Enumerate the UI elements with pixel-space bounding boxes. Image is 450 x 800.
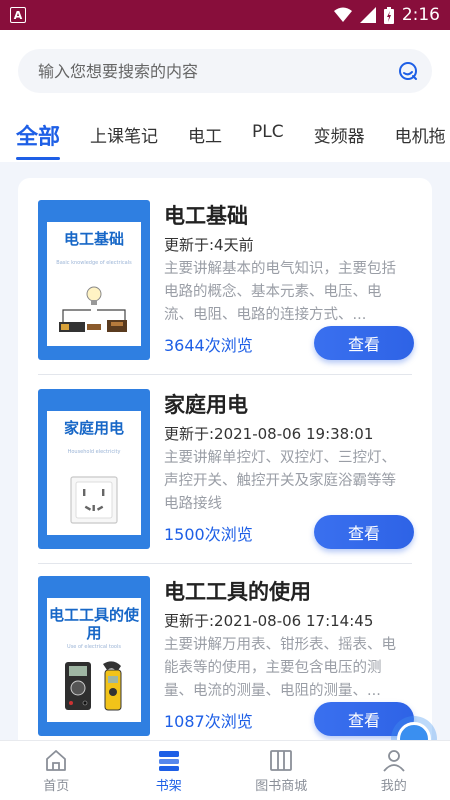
book-cover[interactable]: 电工工具的使用 Use of electrical tools (38, 576, 150, 736)
cover-title: 电工工具的使用 (48, 606, 139, 642)
book-view-count: 1500次浏览 (164, 525, 253, 544)
book-cover[interactable]: 电工基础 Basic knowledge of electricals (38, 200, 150, 360)
book-title[interactable]: 家庭用电 (164, 389, 248, 419)
nav-label: 书架 (155, 779, 182, 794)
multimeter-icon (65, 661, 122, 711)
book-card[interactable]: 家庭用电 Household electricity 家庭用电 更新于:2021… (38, 389, 414, 567)
search-bar[interactable] (18, 49, 432, 93)
circuit-bulb-icon (59, 286, 127, 332)
search-icon[interactable] (396, 59, 420, 83)
tab-electrician[interactable]: 电工 (188, 110, 222, 162)
nav-bookshelf[interactable]: 书架 (113, 741, 226, 800)
nav-bookstore[interactable]: 图书商城 (225, 741, 338, 800)
book-card[interactable]: 电工工具的使用 Use of electrical tools 电工工具的使用 … (38, 576, 414, 754)
status-bar: A 2:16 (0, 0, 450, 30)
nav-home[interactable]: 首页 (0, 741, 113, 800)
battery-icon (383, 6, 394, 24)
cover-subtitle: Use of electrical tools (67, 644, 121, 650)
view-button[interactable]: 查看 (314, 326, 414, 360)
nav-label: 图书商城 (255, 779, 308, 794)
search-input[interactable] (38, 61, 396, 81)
category-tabs: 全部 上课笔记 电工 PLC 变频器 电机拖 (0, 110, 450, 162)
home-icon (46, 750, 67, 771)
book-description: 主要讲解单控灯、双控灯、三控灯、声控开关、触控开关及家庭浴霸等等电路接线 (164, 450, 396, 512)
book-card[interactable]: 电工基础 Basic knowledge of electricals 电工基础… (38, 200, 414, 378)
book-title[interactable]: 电工基础 (164, 200, 248, 230)
bookshelf-icon (158, 751, 179, 771)
book-description: 主要讲解万用表、钳形表、摇表、电能表等的使用，主要包含电压的测量、电流的测量、电… (164, 637, 396, 699)
app-notification-icon: A (10, 7, 26, 23)
book-title[interactable]: 电工工具的使用 (164, 576, 311, 606)
divider (38, 563, 412, 564)
book-description: 主要讲解基本的电气知识，主要包括电路的概念、基本元素、电压、电流、电阻、电路的连… (164, 261, 396, 323)
tab-inverter[interactable]: 变频器 (314, 110, 365, 162)
nav-label: 首页 (43, 779, 70, 794)
cover-title: 电工基础 (63, 230, 124, 248)
clock: 2:16 (401, 5, 440, 25)
book-updated-time: 更新于:2021-08-06 17:14:45 (164, 612, 374, 630)
profile-icon (383, 750, 405, 772)
book-view-count: 3644次浏览 (164, 336, 253, 355)
view-button[interactable]: 查看 (314, 515, 414, 549)
cover-subtitle: Household electricity (67, 449, 121, 455)
book-updated-time: 更新于:4天前 (164, 236, 254, 254)
signal-icon (359, 7, 376, 23)
divider (38, 374, 412, 375)
bookstore-icon (270, 750, 293, 771)
search-area (0, 30, 450, 110)
tab-plc[interactable]: PLC (252, 110, 284, 162)
tab-class-notes[interactable]: 上课笔记 (90, 110, 158, 162)
wall-socket-icon (70, 476, 118, 524)
cover-subtitle: Basic knowledge of electricals (56, 260, 132, 266)
cover-title: 家庭用电 (63, 419, 124, 437)
tab-motor-drive[interactable]: 电机拖 (395, 110, 446, 162)
book-list: 电工基础 Basic knowledge of electricals 电工基础… (18, 178, 432, 758)
tab-all[interactable]: 全部 (16, 110, 61, 162)
nav-label: 我的 (380, 779, 407, 794)
book-cover[interactable]: 家庭用电 Household electricity (38, 389, 150, 549)
bottom-nav: 首页 书架 图书商城 我的 (0, 740, 450, 800)
book-view-count: 1087次浏览 (164, 712, 253, 731)
wifi-icon (333, 7, 352, 22)
nav-profile[interactable]: 我的 (338, 741, 450, 800)
book-updated-time: 更新于:2021-08-06 19:38:01 (164, 425, 374, 443)
